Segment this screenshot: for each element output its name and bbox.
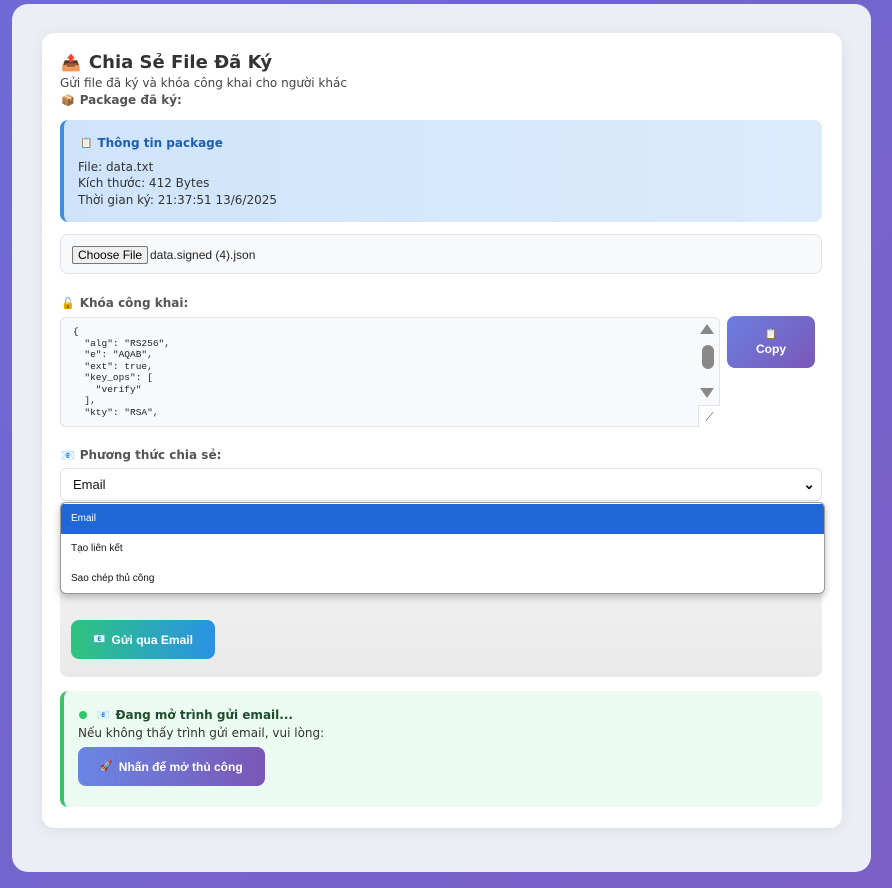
clipboard-icon: 📋 xyxy=(80,137,93,149)
copy-button[interactable]: 📋 Copy xyxy=(727,316,815,368)
public-key-label: 🔓 Khóa công khai: xyxy=(61,296,188,310)
status-subtitle: Nếu không thấy trình gửi email, vui lòng… xyxy=(78,726,325,740)
status-title-text: Đang mở trình gửi email... xyxy=(115,708,293,722)
share-method-dropdown: Email Tạo liên kết Sao chép thủ công xyxy=(60,502,825,594)
share-method-select[interactable]: Email ⌄ xyxy=(60,468,822,501)
package-size: Kích thước: 412 Bytes xyxy=(78,176,210,190)
public-key-textarea[interactable]: { "alg": "RS256", "e": "AQAB", "ext": tr… xyxy=(60,317,720,427)
status-dot xyxy=(79,711,87,719)
unlock-icon: 🔓 xyxy=(61,296,75,310)
send-email-button[interactable]: 📧 Gửi qua Email xyxy=(71,620,215,659)
option-manual-copy[interactable]: Sao chép thủ công xyxy=(61,564,824,593)
share-method-selected: Email xyxy=(73,477,106,492)
scroll-down-arrow-icon[interactable] xyxy=(700,388,714,398)
status-title: 📧 Đang mở trình gửi email... xyxy=(97,708,293,722)
page-subtitle: Gửi file đã ký và khóa công khai cho ngư… xyxy=(60,76,347,90)
resize-grip-icon[interactable]: ⟋ xyxy=(698,405,720,427)
selected-file-name: data.signed (4).json xyxy=(150,248,256,262)
public-key-label-text: Khóa công khai: xyxy=(79,296,189,310)
option-create-link[interactable]: Tạo liên kết xyxy=(61,534,824,564)
package-label-text: Package đã ký: xyxy=(79,93,182,107)
page-title: 📤 Chia Sẻ File Đã Ký xyxy=(61,52,272,73)
email-icon: 📧 xyxy=(93,634,106,645)
email-icon: 📧 xyxy=(97,709,110,721)
package-file: File: data.txt xyxy=(78,160,154,174)
choose-file-button[interactable]: Choose File xyxy=(72,246,149,264)
open-manually-label: Nhấn để mở thủ công xyxy=(118,759,243,774)
rocket-icon: 🚀 xyxy=(100,761,113,772)
clipboard-icon: 📋 xyxy=(764,328,778,340)
package-info-title: 📋 Thông tin package xyxy=(80,136,223,150)
outbox-icon: 📤 xyxy=(61,53,81,72)
open-manually-button[interactable]: 🚀 Nhấn để mở thủ công xyxy=(78,747,265,786)
package-icon: 📦 xyxy=(61,93,75,107)
copy-button-label: Copy xyxy=(756,341,786,356)
package-time: Thời gian ký: 21:37:51 13/6/2025 xyxy=(78,193,277,207)
scroll-up-arrow-icon[interactable] xyxy=(700,324,714,334)
package-info-title-text: Thông tin package xyxy=(97,136,223,150)
chevron-down-icon: ⌄ xyxy=(803,476,815,492)
package-label: 📦 Package đã ký: xyxy=(61,93,182,107)
page-title-text: Chia Sẻ File Đã Ký xyxy=(88,52,273,73)
share-method-label-text: Phương thức chia sẻ: xyxy=(79,448,222,462)
send-email-label: Gửi qua Email xyxy=(111,632,193,647)
scrollbar-thumb[interactable] xyxy=(702,345,714,369)
public-key-content: { "alg": "RS256", "e": "AQAB", "ext": tr… xyxy=(73,326,170,418)
share-method-label: 📧 Phương thức chia sẻ: xyxy=(61,448,221,462)
email-icon: 📧 xyxy=(61,448,75,462)
option-email[interactable]: Email xyxy=(61,504,824,534)
